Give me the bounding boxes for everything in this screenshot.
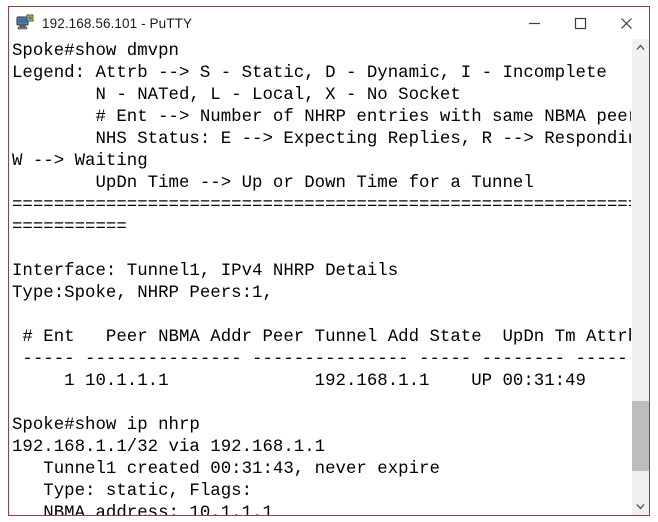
terminal-line: UpDn Time --> Up or Down Time for a Tunn… — [12, 174, 534, 193]
terminal-scrollbar[interactable] — [631, 39, 649, 515]
terminal-line: =========== — [12, 218, 127, 237]
terminal-line: 1 10.1.1.1 192.168.1.1 UP 00:31:49 S — [12, 372, 631, 391]
terminal-line: Spoke#show dmvpn — [12, 42, 179, 61]
scrollbar-track[interactable] — [632, 56, 649, 498]
terminal-line: Type:Spoke, NHRP Peers:1, — [12, 284, 273, 303]
terminal-line: ========================================… — [12, 196, 631, 215]
terminal-line: W --> Waiting — [12, 152, 148, 171]
terminal-line: N - NATed, L - Local, X - No Socket — [12, 86, 461, 105]
terminal-line: Spoke#show ip nhrp — [12, 416, 200, 435]
terminal-line: Type: static, Flags: — [12, 482, 253, 501]
window-controls — [511, 7, 649, 39]
terminal-line: NBMA address: 10.1.1.1 — [12, 504, 273, 515]
terminal-line: NHS Status: E --> Expecting Replies, R -… — [12, 130, 631, 149]
terminal-line: Interface: Tunnel1, IPv4 NHRP Details — [12, 262, 399, 281]
minimize-button[interactable] — [511, 7, 557, 39]
putty-window: 192.168.56.101 - PuTTY Spoke#show dmvpn … — [8, 6, 650, 516]
terminal-line: 192.168.1.1/32 via 192.168.1.1 — [12, 438, 326, 457]
scroll-up-button[interactable] — [632, 39, 649, 56]
terminal-line: Tunnel1 created 00:31:43, never expire — [12, 460, 440, 479]
window-title: 192.168.56.101 - PuTTY — [42, 15, 193, 31]
terminal-line: Legend: Attrb --> S - Static, D - Dynami… — [12, 64, 607, 83]
terminal-line: # Ent Peer NBMA Addr Peer Tunnel Add Sta… — [12, 328, 631, 347]
terminal-output[interactable]: Spoke#show dmvpn Legend: Attrb --> S - St… — [9, 39, 631, 515]
scrollbar-thumb[interactable] — [632, 400, 649, 472]
terminal-line: ----- --------------- --------------- --… — [12, 350, 628, 369]
terminal-line: # Ent --> Number of NHRP entries with sa… — [12, 108, 631, 127]
scroll-down-button[interactable] — [632, 498, 649, 515]
terminal-area: Spoke#show dmvpn Legend: Attrb --> S - St… — [9, 39, 649, 515]
maximize-button[interactable] — [557, 7, 603, 39]
close-button[interactable] — [603, 7, 649, 39]
putty-computer-icon — [16, 14, 34, 32]
title-bar[interactable]: 192.168.56.101 - PuTTY — [9, 7, 649, 39]
